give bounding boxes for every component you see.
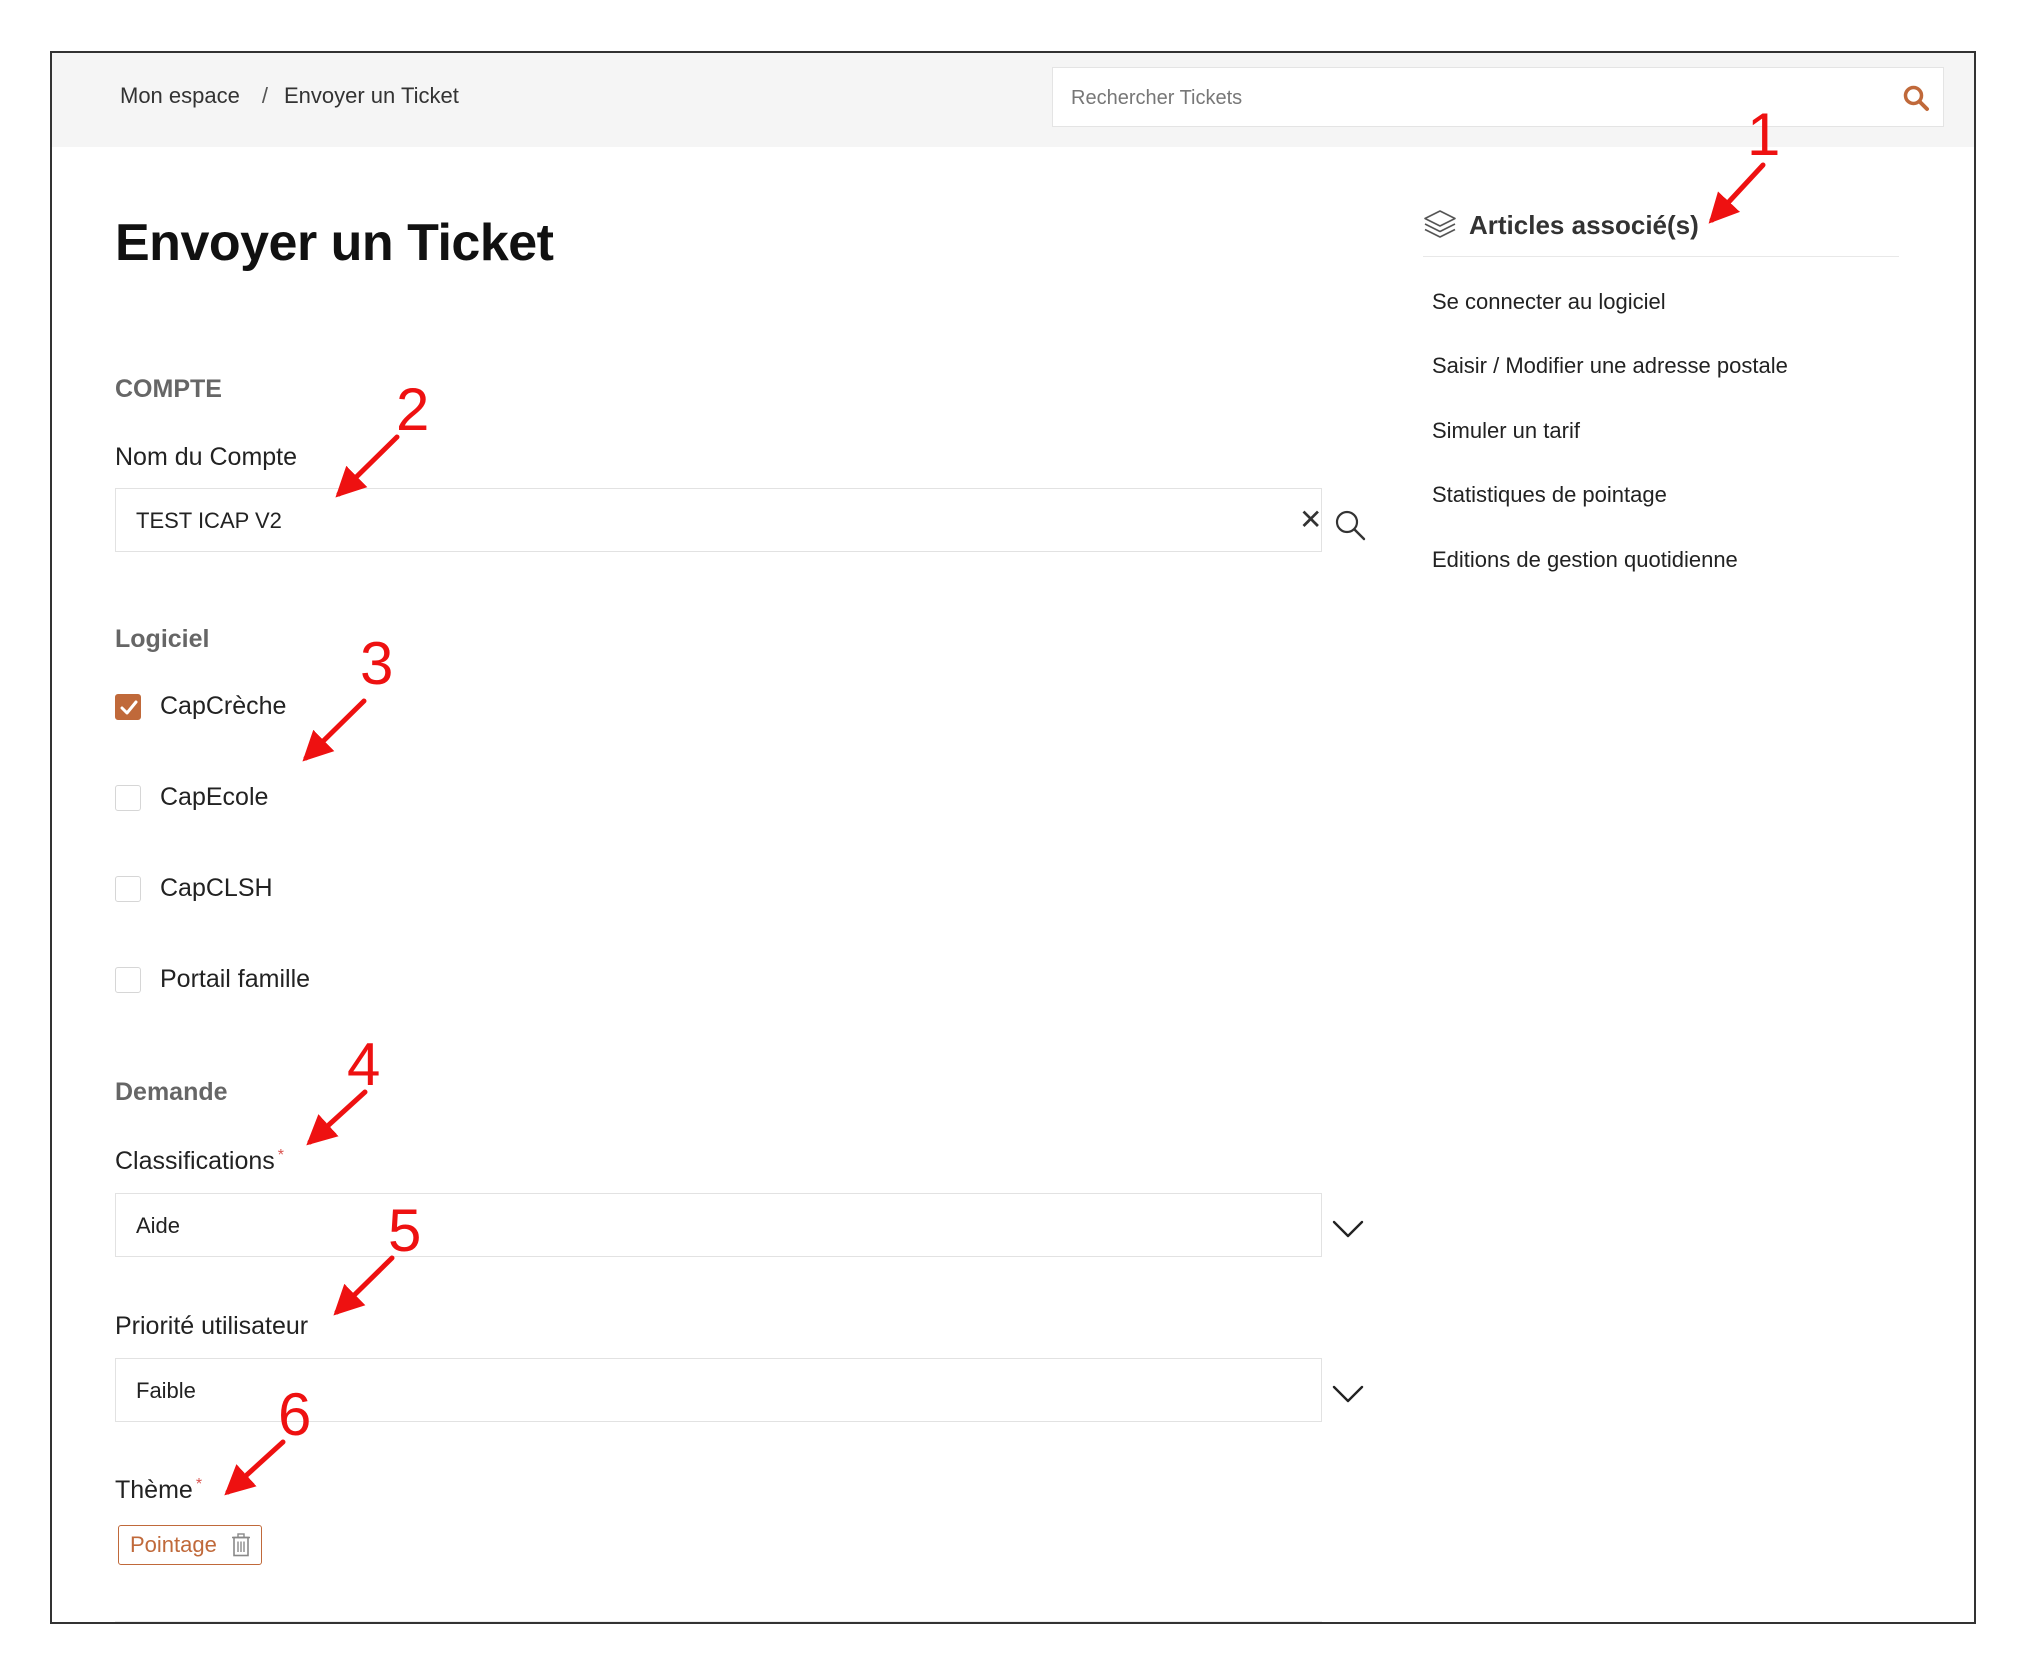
annotation-arrow-6 xyxy=(224,1439,286,1496)
annotation-arrow-5 xyxy=(333,1255,395,1316)
annotation-arrow-4 xyxy=(306,1089,368,1146)
annotation-arrow-3 xyxy=(302,698,367,762)
annotation-arrows xyxy=(224,162,1766,1496)
annotation-arrow-1 xyxy=(1708,162,1766,224)
annotation-arrow-2 xyxy=(335,434,400,498)
